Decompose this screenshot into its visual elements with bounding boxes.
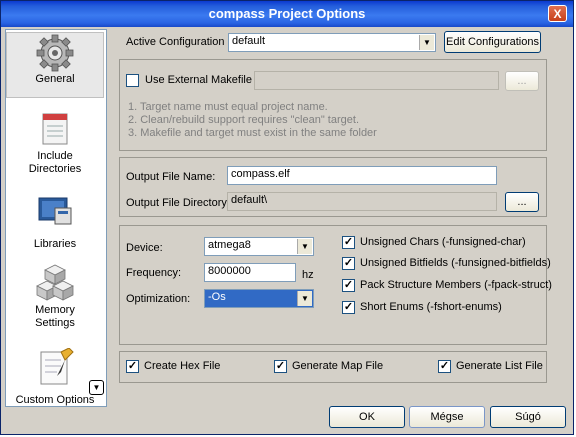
sidebar-item-memory-settings[interactable]: Memory Settings bbox=[6, 262, 104, 336]
output-file-directory-field[interactable]: default\ bbox=[227, 192, 497, 211]
optimization-label: Optimization: bbox=[126, 293, 191, 305]
cancel-button[interactable]: Mégse bbox=[409, 406, 485, 428]
generate-list-file-label: Generate List File bbox=[456, 360, 543, 372]
active-configuration-value: default bbox=[232, 35, 266, 47]
chevron-down-icon: ▼ bbox=[297, 291, 312, 306]
create-hex-file-checkbox[interactable]: ✓ bbox=[126, 360, 139, 373]
short-enums-checkbox[interactable]: ✓ bbox=[342, 301, 355, 314]
use-external-makefile-checkbox[interactable] bbox=[126, 74, 139, 87]
output-directory-browse-button[interactable]: ... bbox=[505, 192, 539, 212]
active-configuration-select[interactable]: default ▼ bbox=[228, 33, 436, 52]
chevron-down-icon: ▼ bbox=[419, 35, 434, 50]
libraries-icon bbox=[38, 197, 72, 225]
memory-settings-icon bbox=[36, 264, 74, 301]
output-file-name-field[interactable]: compass.elf bbox=[227, 166, 497, 185]
makefile-note-1: 1. Target name must equal project name. bbox=[128, 101, 328, 113]
project-options-dialog: compass Project Options X General Includ… bbox=[0, 0, 574, 435]
frequency-unit: hz bbox=[302, 269, 314, 281]
sidebar-item-custom-options[interactable]: Custom Options bbox=[6, 348, 104, 406]
optimization-value: -Os bbox=[208, 291, 226, 303]
pack-structure-label: Pack Structure Members (-fpack-struct) bbox=[360, 279, 552, 291]
use-external-makefile-label: Use External Makefile bbox=[145, 74, 252, 86]
category-sidebar[interactable]: General Include Directories Libraries Me… bbox=[5, 29, 107, 407]
makefile-note-2: 2. Clean/rebuild support requires "clean… bbox=[128, 114, 359, 126]
generate-map-file-checkbox[interactable]: ✓ bbox=[274, 360, 287, 373]
device-select[interactable]: atmega8 ▼ bbox=[204, 237, 314, 256]
unsigned-bitfields-checkbox[interactable]: ✓ bbox=[342, 257, 355, 270]
output-file-directory-label: Output File Directory: bbox=[126, 197, 230, 209]
ok-button[interactable]: OK bbox=[329, 406, 405, 428]
frequency-label: Frequency: bbox=[126, 267, 182, 279]
short-enums-label: Short Enums (-fshort-enums) bbox=[360, 301, 502, 313]
sidebar-item-label: Include Directories bbox=[28, 150, 82, 175]
chevron-down-icon: ▼ bbox=[297, 239, 312, 254]
unsigned-chars-label: Unsigned Chars (-funsigned-char) bbox=[360, 236, 526, 248]
include-directories-icon bbox=[42, 113, 68, 145]
active-configuration-label: Active Configuration bbox=[126, 36, 225, 48]
window-title: compass Project Options bbox=[208, 6, 366, 21]
generate-list-file-checkbox[interactable]: ✓ bbox=[438, 360, 451, 373]
title-bar[interactable]: compass Project Options X bbox=[1, 1, 573, 27]
optimization-select[interactable]: -Os ▼ bbox=[204, 289, 314, 308]
makefile-path-field[interactable] bbox=[254, 71, 499, 90]
frequency-field[interactable]: 8000000 bbox=[204, 263, 296, 282]
sidebar-item-label: Memory Settings bbox=[35, 304, 75, 329]
edit-configurations-button[interactable]: Edit Configurations bbox=[444, 31, 541, 53]
device-value: atmega8 bbox=[208, 239, 251, 251]
close-button[interactable]: X bbox=[548, 5, 567, 22]
create-hex-file-label: Create Hex File bbox=[144, 360, 221, 372]
generate-map-file-label: Generate Map File bbox=[292, 360, 384, 372]
sidebar-item-include-directories[interactable]: Include Directories bbox=[6, 110, 104, 180]
pack-structure-checkbox[interactable]: ✓ bbox=[342, 279, 355, 292]
help-button[interactable]: Súgó bbox=[490, 406, 566, 428]
makefile-note-3: 3. Makefile and target must exist in the… bbox=[128, 127, 377, 139]
gear-icon bbox=[36, 34, 74, 72]
sidebar-item-label: General bbox=[35, 73, 75, 85]
custom-options-icon bbox=[40, 348, 74, 385]
sidebar-scroll-down-button[interactable]: ▼ bbox=[89, 380, 104, 395]
device-label: Device: bbox=[126, 242, 163, 254]
makefile-browse-button[interactable]: ... bbox=[505, 71, 539, 91]
unsigned-chars-checkbox[interactable]: ✓ bbox=[342, 236, 355, 249]
output-file-name-label: Output File Name: bbox=[126, 171, 216, 183]
sidebar-item-libraries[interactable]: Libraries bbox=[6, 190, 104, 252]
sidebar-item-label: Custom Options bbox=[15, 394, 95, 406]
sidebar-item-general[interactable]: General bbox=[6, 32, 104, 98]
sidebar-item-label: Libraries bbox=[33, 238, 77, 250]
unsigned-bitfields-label: Unsigned Bitfields (-funsigned-bitfields… bbox=[360, 257, 551, 269]
